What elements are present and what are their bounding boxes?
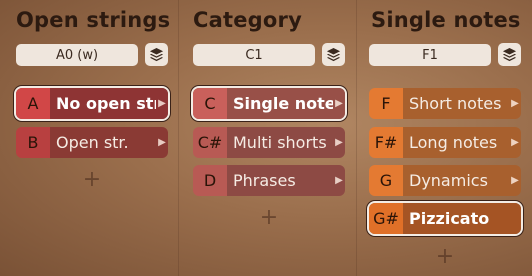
item-key: A bbox=[16, 88, 50, 119]
column-title: Single notes bbox=[371, 8, 521, 32]
column-title: Category bbox=[193, 8, 302, 32]
add-item-button[interactable]: + bbox=[259, 207, 279, 229]
column-open-strings: Open strings A0 (w) A No open str ▶ B Op… bbox=[0, 0, 178, 276]
articulation-item[interactable]: A No open str ▶ bbox=[16, 88, 168, 119]
articulation-item[interactable]: G Dynamics ▶ bbox=[369, 165, 521, 196]
item-label: Single notes bbox=[227, 88, 333, 119]
layers-icon bbox=[149, 47, 164, 62]
layers-button[interactable] bbox=[498, 43, 521, 66]
item-key: D bbox=[193, 165, 227, 196]
item-label: Multi shorts bbox=[227, 127, 333, 158]
item-key: G bbox=[369, 165, 403, 196]
articulation-item[interactable]: D Phrases ▶ bbox=[193, 165, 345, 196]
item-label: Pizzicato bbox=[403, 203, 521, 234]
item-key: B bbox=[16, 127, 50, 158]
chevron-right-icon[interactable]: ▶ bbox=[333, 165, 345, 196]
add-item-button[interactable]: + bbox=[435, 246, 455, 268]
key-range-field[interactable]: F1 bbox=[369, 44, 491, 66]
item-label: Short notes bbox=[403, 88, 509, 119]
item-label: Phrases bbox=[227, 165, 333, 196]
item-key: F bbox=[369, 88, 403, 119]
articulation-item[interactable]: C Single notes ▶ bbox=[193, 88, 345, 119]
articulation-item[interactable]: C# Multi shorts ▶ bbox=[193, 127, 345, 158]
articulation-item[interactable]: B Open str. ▶ bbox=[16, 127, 168, 158]
column-category: Category C1 C Single notes ▶ C# Multi sh… bbox=[178, 0, 357, 276]
articulation-item[interactable]: G# Pizzicato bbox=[369, 203, 521, 234]
chevron-right-icon[interactable]: ▶ bbox=[509, 127, 521, 158]
column-title: Open strings bbox=[16, 8, 171, 32]
item-key: G# bbox=[369, 203, 403, 234]
key-range-field[interactable]: C1 bbox=[193, 44, 315, 66]
articulation-item[interactable]: F Short notes ▶ bbox=[369, 88, 521, 119]
chevron-right-icon[interactable]: ▶ bbox=[509, 88, 521, 119]
chevron-right-icon[interactable]: ▶ bbox=[156, 127, 168, 158]
chevron-right-icon[interactable]: ▶ bbox=[333, 88, 345, 119]
item-label: No open str bbox=[50, 88, 156, 119]
item-key: C# bbox=[193, 127, 227, 158]
item-label: Dynamics bbox=[403, 165, 509, 196]
layers-button[interactable] bbox=[145, 43, 168, 66]
item-label: Long notes bbox=[403, 127, 509, 158]
articulation-item[interactable]: F# Long notes ▶ bbox=[369, 127, 521, 158]
column-single-notes: Single notes F1 F Short notes ▶ F# Long … bbox=[356, 0, 532, 276]
chevron-right-icon[interactable]: ▶ bbox=[509, 165, 521, 196]
chevron-right-icon[interactable]: ▶ bbox=[156, 88, 168, 119]
key-range-field[interactable]: A0 (w) bbox=[16, 44, 138, 66]
layers-icon bbox=[502, 47, 517, 62]
item-label: Open str. bbox=[50, 127, 156, 158]
chevron-right-icon[interactable]: ▶ bbox=[333, 127, 345, 158]
item-key: F# bbox=[369, 127, 403, 158]
add-item-button[interactable]: + bbox=[82, 169, 102, 191]
layers-button[interactable] bbox=[322, 43, 345, 66]
layers-icon bbox=[326, 47, 341, 62]
item-key: C bbox=[193, 88, 227, 119]
